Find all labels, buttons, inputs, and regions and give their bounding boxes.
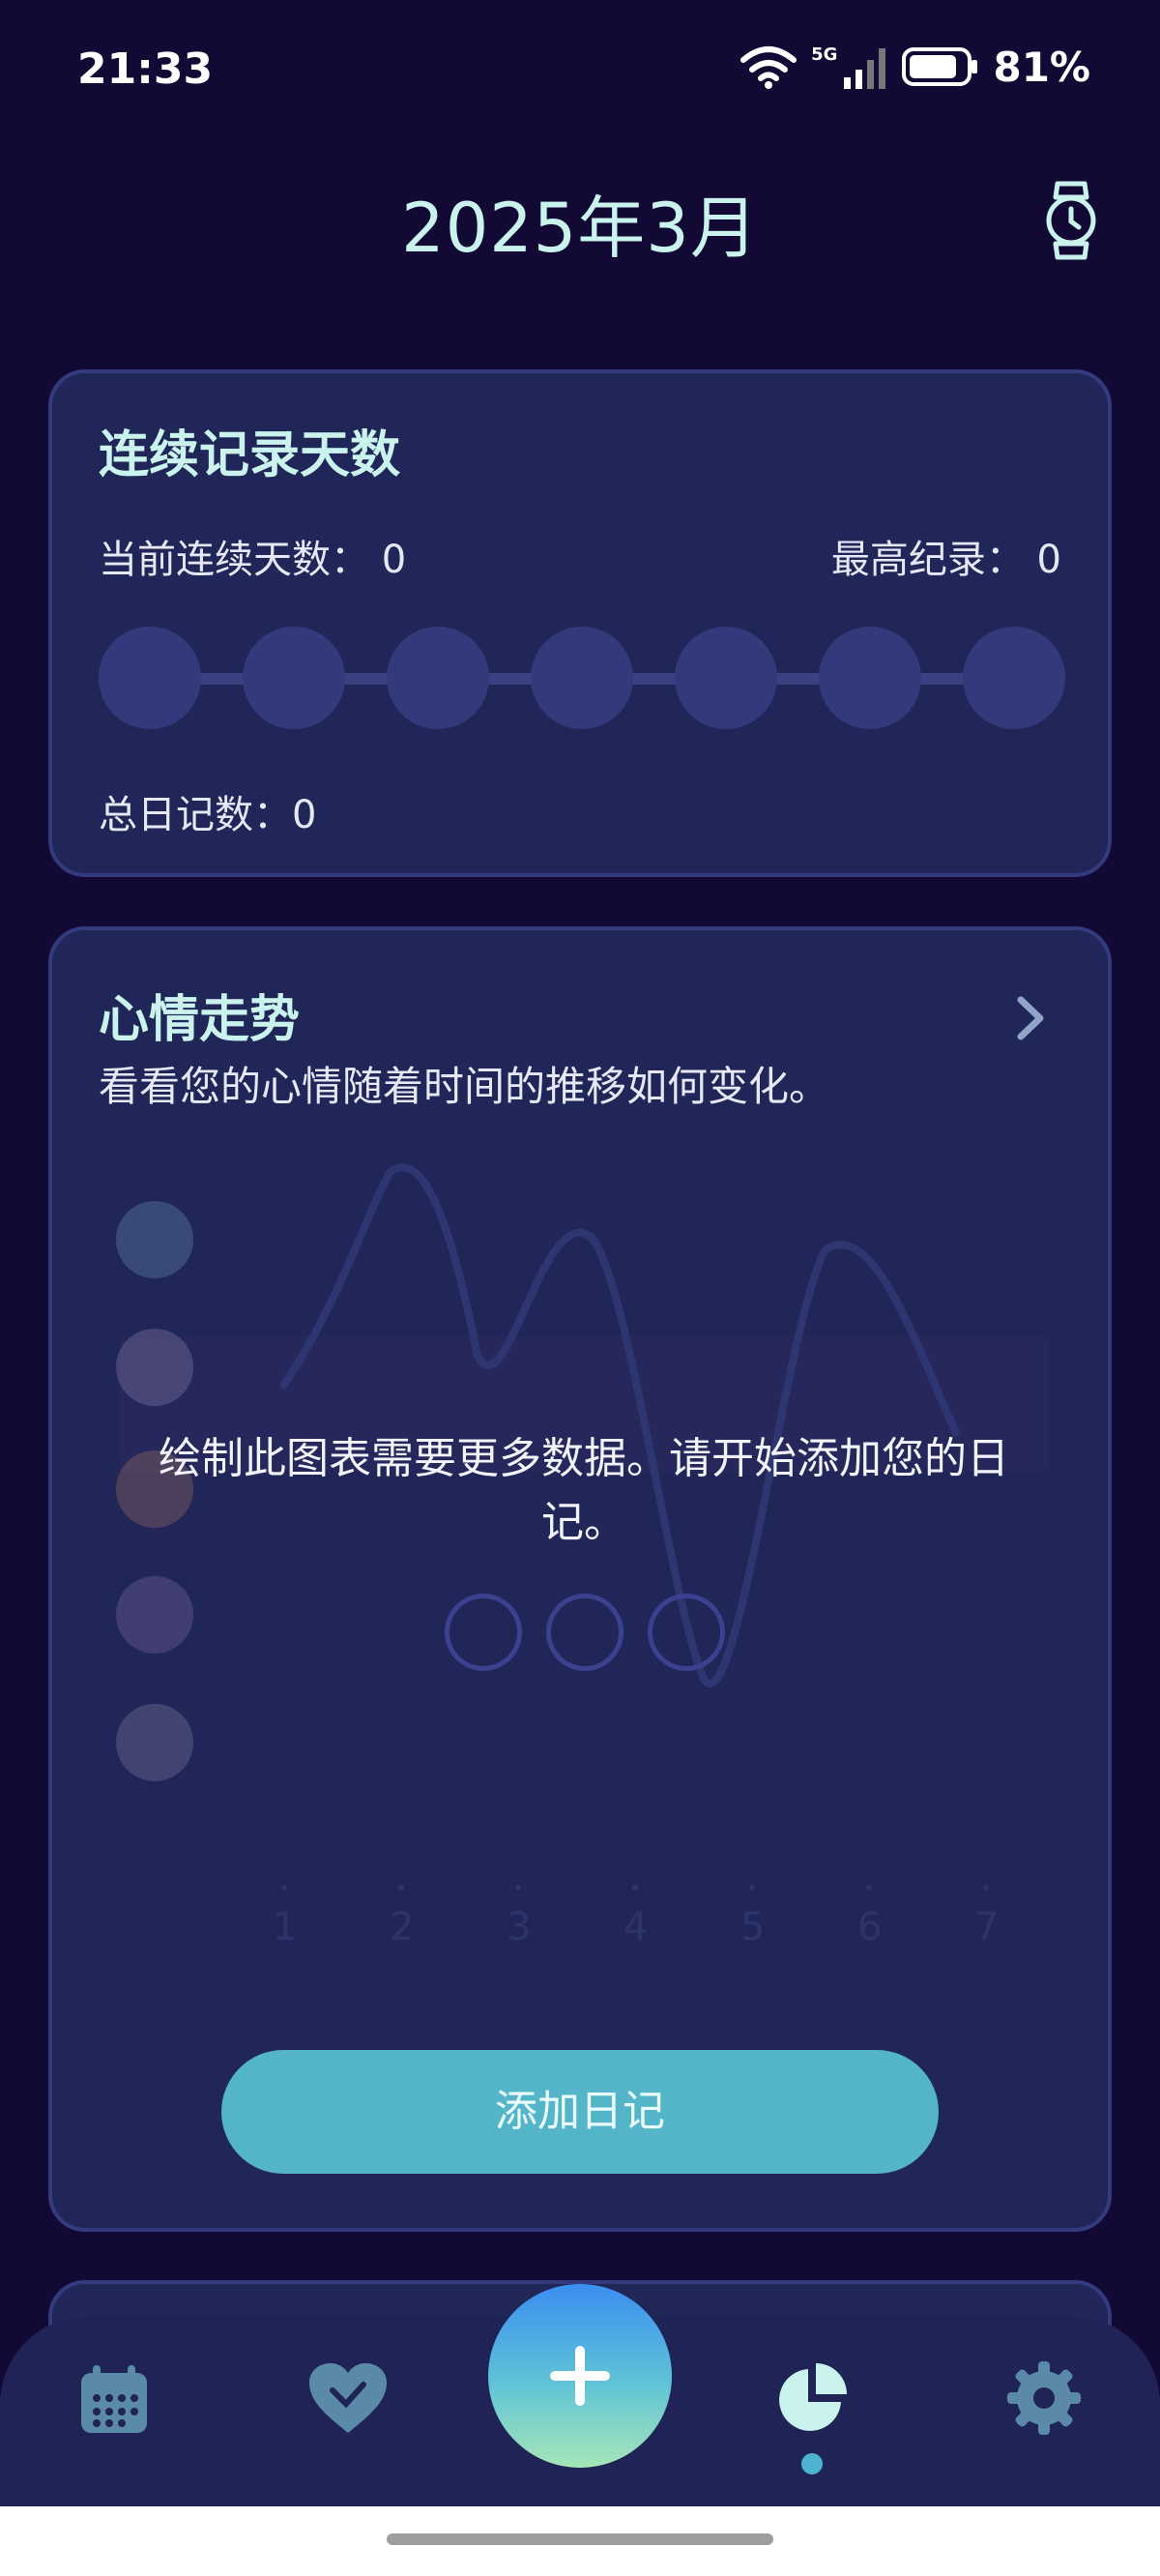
x-tick-label: 7: [974, 1905, 1000, 1949]
cellular-signal: 5G: [811, 44, 888, 89]
loading-ring: [648, 1594, 725, 1671]
streak-dots: [99, 627, 1065, 729]
x-tick-label: 4: [624, 1905, 649, 1949]
streak-day-dot: [963, 627, 1065, 729]
watch-icon[interactable]: [1044, 180, 1098, 261]
battery-percent: 81%: [993, 43, 1090, 91]
home-indicator[interactable]: [387, 2533, 773, 2545]
tired-face-icon: [116, 1704, 193, 1781]
add-entry-button[interactable]: [488, 2284, 672, 2468]
heart-icon[interactable]: [307, 2361, 389, 2437]
network-type: 5G: [811, 44, 838, 65]
page-title[interactable]: 2025年3月: [0, 174, 1160, 272]
calendar-icon[interactable]: [77, 2363, 151, 2437]
streak-day-dot: [819, 627, 921, 729]
best-record: 最高纪录： 0: [830, 538, 1061, 582]
loading-ring: [546, 1594, 624, 1671]
add-diary-button[interactable]: 添加日记: [221, 2050, 939, 2174]
mood-trend-card[interactable]: 1 2 3 4 5 6 7 心情走势 看看您的心情随着时间的推移如何变化。 绘制…: [48, 926, 1112, 2232]
status-time: 21:33: [77, 44, 214, 94]
x-tick-label: 5: [740, 1905, 766, 1949]
streak-day-dot: [99, 627, 201, 729]
signal-bars-icon: [844, 48, 886, 89]
sad-face-icon: [116, 1576, 193, 1654]
plus-icon: [550, 2346, 610, 2406]
streak-day-dot: [675, 627, 777, 729]
pie-chart-icon[interactable]: [775, 2361, 849, 2435]
mood-chart-placeholder: [120, 1163, 1048, 1890]
status-bar: 21:33 5G 81%: [0, 0, 1160, 145]
streak-day-dot: [243, 627, 345, 729]
x-axis-ticks: [281, 1885, 989, 1890]
x-tick-label: 1: [273, 1905, 298, 1949]
battery-icon: [902, 47, 978, 86]
mood-chart-area: 1 2 3 4 5 6 7: [52, 930, 1116, 2236]
loading-ring: [445, 1594, 522, 1671]
wifi-icon: [740, 46, 798, 89]
current-streak: 当前连续天数： 0: [99, 538, 407, 582]
very-happy-face-icon: [116, 1201, 193, 1278]
gesture-bar: [0, 2506, 1160, 2576]
streak-title: 连续记录天数: [99, 426, 401, 484]
mood-subtitle: 看看您的心情随着时间的推移如何变化。: [99, 1063, 830, 1110]
gear-icon[interactable]: [1005, 2359, 1083, 2437]
streak-card: 连续记录天数 当前连续天数： 0 最高纪录： 0 总日记数：0: [48, 369, 1112, 877]
chart-empty-message: 绘制此图表需要更多数据。请开始添加您的日记。: [159, 1434, 1009, 1547]
status-icons: 5G 81%: [740, 43, 1090, 91]
streak-day-dot: [531, 627, 633, 729]
x-tick-label: 2: [390, 1905, 415, 1949]
happy-face-icon: [116, 1329, 193, 1406]
total-diaries: 总日记数：0: [99, 793, 317, 837]
active-tab-indicator: [801, 2453, 823, 2474]
x-tick-label: 6: [857, 1905, 883, 1949]
chevron-right-icon[interactable]: [1013, 994, 1048, 1042]
mood-title: 心情走势: [99, 991, 301, 1049]
x-tick-label: 3: [507, 1905, 532, 1949]
streak-day-dot: [387, 627, 489, 729]
